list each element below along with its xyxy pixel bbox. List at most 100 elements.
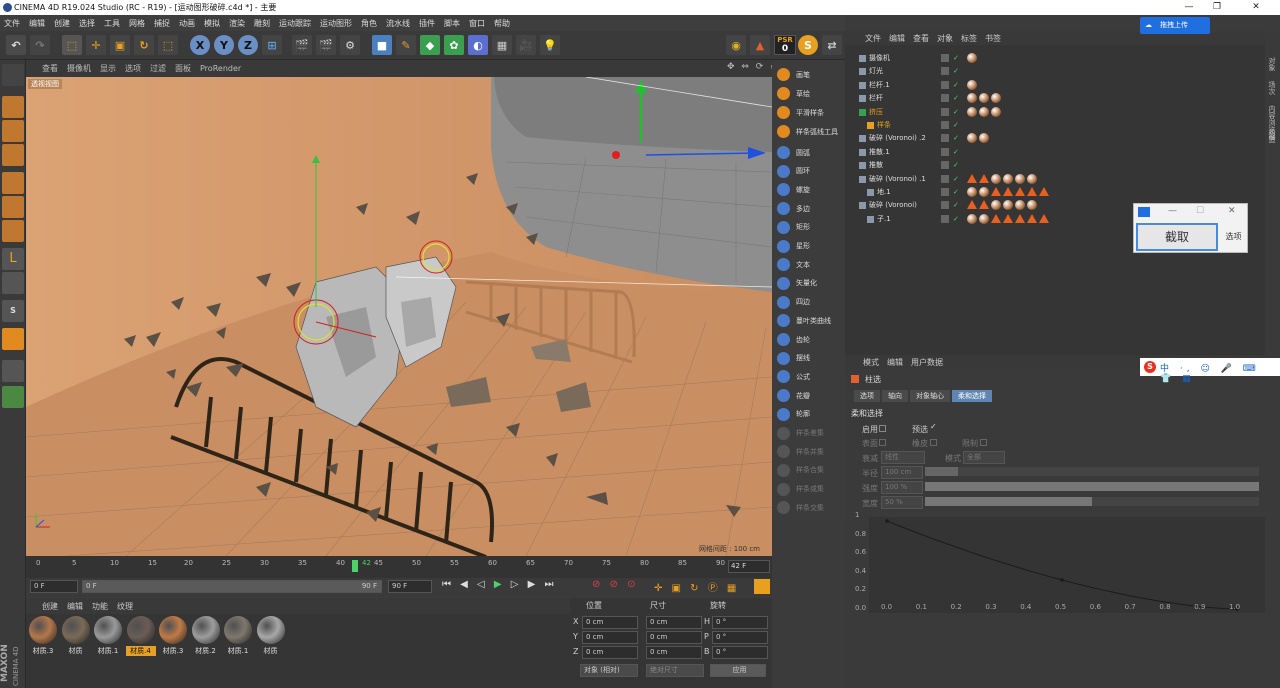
menu-item[interactable]: 角色	[361, 18, 377, 29]
close-button[interactable]: ✕	[1232, 0, 1280, 15]
enabled-check-icon[interactable]: ✓	[953, 146, 959, 159]
render-settings-icon[interactable]: ⚙	[340, 35, 360, 55]
viewport-menu-item[interactable]: 显示	[100, 63, 116, 74]
x-axis-lock-button[interactable]: X	[190, 35, 210, 55]
object-menu-item[interactable]: 编辑	[889, 33, 905, 44]
falloff-graph[interactable]	[869, 517, 1265, 613]
spline-palette-item[interactable]: 矩形	[774, 219, 844, 236]
material-tag-icon[interactable]	[991, 200, 1001, 211]
material-tag-icon[interactable]	[967, 79, 977, 90]
object-row[interactable]: 推散.1 ✓	[845, 146, 1265, 159]
side-tab[interactable]: 构造	[1267, 129, 1277, 143]
curve-knot[interactable]	[1060, 578, 1064, 582]
object-menu-item[interactable]: 文件	[865, 33, 881, 44]
enabled-check-icon[interactable]: ✓	[953, 106, 959, 119]
enabled-check-icon[interactable]: ✓	[953, 159, 959, 172]
enabled-check-icon[interactable]: ✓	[953, 132, 959, 145]
object-menu-item[interactable]: 查看	[913, 33, 929, 44]
snap-s-icon[interactable]: S	[2, 300, 24, 322]
make-editable-icon[interactable]	[2, 64, 24, 86]
menu-item[interactable]: 网格	[129, 18, 145, 29]
rotation-field[interactable]: 0 °	[712, 631, 768, 644]
spline-palette-item[interactable]: 草绘	[774, 85, 844, 102]
maximize-button[interactable]: ❐	[1204, 0, 1230, 15]
attribute-tab[interactable]: 柔和选择	[952, 390, 992, 402]
visibility-toggle[interactable]	[941, 54, 949, 62]
width-field[interactable]: 50 %	[881, 496, 923, 509]
visibility-toggle[interactable]	[941, 94, 949, 103]
enabled-check-icon[interactable]: ✓	[953, 213, 959, 226]
viewport-menu-item[interactable]: 面板	[175, 63, 191, 74]
menu-item[interactable]: 工具	[104, 18, 120, 29]
material-tag-icon[interactable]	[991, 106, 1001, 117]
snap-icon[interactable]: ◉	[726, 35, 746, 55]
material-tag-icon[interactable]	[979, 93, 989, 104]
viewport-menu-item[interactable]: ProRender	[200, 64, 241, 73]
material-swatch[interactable]: 材质.1	[223, 616, 253, 658]
width-slider[interactable]	[925, 497, 1259, 506]
mode-select[interactable]: 全部	[963, 451, 1005, 464]
spline-palette-item[interactable]: 画笔	[774, 66, 844, 83]
attribute-tab[interactable]: 选项	[854, 390, 880, 402]
material-tag-icon[interactable]	[1015, 173, 1025, 184]
enabled-check-icon[interactable]: ✓	[953, 119, 959, 132]
points-mode-icon[interactable]	[2, 172, 24, 194]
cube-primitive-icon[interactable]: ■	[372, 35, 392, 55]
material-tag-icon[interactable]	[967, 133, 977, 144]
visibility-toggle[interactable]	[941, 121, 949, 129]
material-tag-icon[interactable]	[1003, 173, 1013, 184]
object-row[interactable]: 挤压 ✓	[845, 106, 1265, 119]
falloff-select[interactable]: 线性	[881, 451, 925, 464]
render-picture-viewer-icon[interactable]: 🎬	[316, 35, 336, 55]
move-tool-icon[interactable]: ✛	[86, 35, 106, 55]
sogou-icon[interactable]: S	[1144, 361, 1156, 373]
material-swatch[interactable]: 材质.1	[93, 616, 123, 658]
menu-item[interactable]: 帮助	[494, 18, 510, 29]
material-menu-item[interactable]: 纹理	[117, 601, 133, 612]
visibility-toggle[interactable]	[941, 67, 949, 76]
object-row[interactable]: 破碎 (Voronoi) .2 ✓	[845, 132, 1265, 145]
size-field[interactable]: 0 cm	[646, 646, 702, 659]
tag-triangle-icon[interactable]	[1003, 213, 1013, 223]
side-tab[interactable]: 对象	[1267, 57, 1277, 71]
material-swatch[interactable]: 材质.2	[191, 616, 221, 658]
timeline-end-field[interactable]: 42 F	[728, 560, 770, 573]
material-tag-icon[interactable]	[991, 173, 1001, 184]
viewport-menu-item[interactable]: 过滤	[150, 63, 166, 74]
side-tab[interactable]: 场次	[1267, 81, 1277, 95]
object-row[interactable]: 栏杆.1 ✓	[845, 79, 1265, 92]
coordinate-system-icon[interactable]: ⊞	[262, 35, 282, 55]
visibility-toggle[interactable]	[941, 80, 949, 89]
tag-triangle-icon[interactable]	[1039, 187, 1049, 196]
menu-item[interactable]: 脚本	[444, 18, 460, 29]
recent-tool-icon[interactable]: ⬚	[158, 35, 178, 55]
material-tag-icon[interactable]	[967, 187, 977, 197]
material-tag-icon[interactable]	[1027, 173, 1037, 184]
material-tag-icon[interactable]	[979, 187, 989, 197]
current-frame-field[interactable]: 0 F	[30, 580, 78, 593]
cloud-upload-button[interactable]: ☁ 拖拽上传	[1140, 17, 1210, 34]
spline-palette-item[interactable]: 摆线	[774, 350, 844, 367]
capture-options-button[interactable]: 选项	[1220, 223, 1247, 251]
model-mode-icon[interactable]	[2, 96, 24, 118]
z-axis-lock-button[interactable]: Z	[238, 35, 258, 55]
spline-palette-item[interactable]: 样条交集	[774, 499, 844, 516]
material-tag-icon[interactable]	[1003, 200, 1013, 211]
scale-tool-icon[interactable]: ▣	[110, 35, 130, 55]
edges-mode-icon[interactable]	[2, 196, 24, 218]
object-row[interactable]: 地.1 ✓	[845, 186, 1265, 199]
coord-mode-select[interactable]: 对象 (相对)	[580, 664, 638, 677]
material-menu-item[interactable]: 创建	[42, 601, 58, 612]
deformer-icon[interactable]: ◐	[468, 35, 488, 55]
spline-palette-item[interactable]: 多边	[774, 200, 844, 217]
visibility-toggle[interactable]	[941, 188, 949, 196]
material-tag-icon[interactable]	[979, 133, 989, 144]
surface-checkbox[interactable]	[879, 439, 886, 446]
menu-item[interactable]: 文件	[4, 18, 20, 29]
film-strip-icon[interactable]	[754, 579, 770, 594]
spline-palette-item[interactable]: 花瓣	[774, 387, 844, 404]
material-menu-item[interactable]: 功能	[92, 601, 108, 612]
layout-s-icon[interactable]: S	[798, 35, 818, 55]
menu-item[interactable]: 运动跟踪	[279, 18, 311, 29]
menu-item[interactable]: 模拟	[204, 18, 220, 29]
